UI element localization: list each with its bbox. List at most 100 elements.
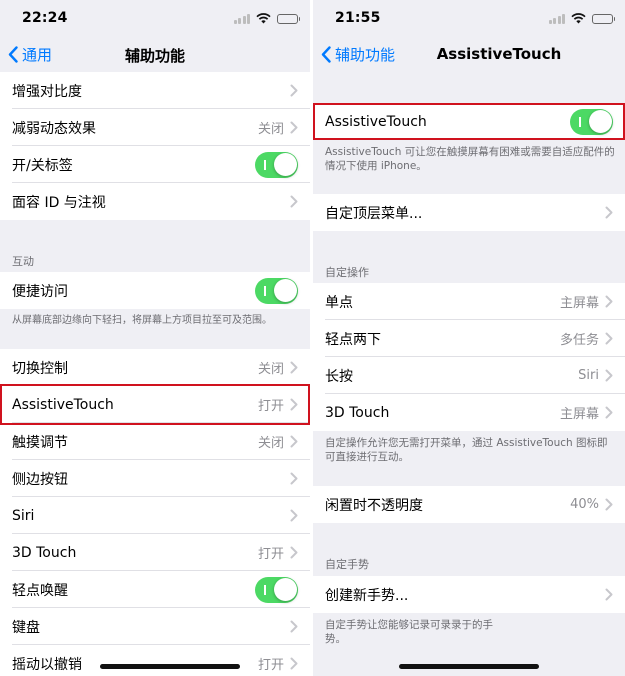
- setting-label: 键盘: [12, 619, 40, 636]
- section-header-custom-actions: 自定操作: [325, 266, 369, 279]
- navigation-bar: 辅助功能 AssistiveTouch: [313, 38, 625, 72]
- setting-increase-contrast[interactable]: 增强对比度: [0, 72, 310, 109]
- section-header-custom-gestures: 自定手势: [325, 558, 369, 571]
- on-off-labels-toggle[interactable]: [255, 151, 298, 178]
- setting-label: 自定顶层菜单...: [325, 205, 423, 222]
- setting-side-button[interactable]: 侧边按钮: [0, 460, 310, 497]
- setting-switch-control[interactable]: 切换控制 关闭: [0, 349, 310, 386]
- back-label: 辅助功能: [335, 46, 396, 64]
- setting-value: 主屏幕: [559, 407, 599, 422]
- chevron-right-icon: [290, 620, 298, 633]
- chevron-left-icon: [321, 46, 331, 63]
- setting-tap-to-wake: 轻点唤醒: [0, 571, 310, 608]
- setting-label: 面容 ID 与注视: [12, 194, 106, 211]
- setting-label: 切换控制: [12, 360, 68, 377]
- setting-assistivetouch-main: AssistiveTouch: [313, 103, 625, 140]
- page-title: 辅助功能: [124, 47, 185, 65]
- setting-label: 轻点两下: [325, 331, 381, 348]
- chevron-right-icon: [605, 295, 613, 308]
- setting-label: 触摸调节: [12, 434, 68, 451]
- assistivetouch-footer: AssistiveTouch 可让您在触摸屏幕有困难或需要自适应配件的情况下使用…: [325, 146, 615, 172]
- action-long-press[interactable]: 长按 Siri: [313, 357, 625, 394]
- status-time: 21:55: [335, 10, 381, 26]
- chevron-right-icon: [290, 509, 298, 522]
- status-bar: 22:24: [0, 0, 310, 38]
- setting-3d-touch[interactable]: 3D Touch 打开: [0, 534, 310, 571]
- chevron-right-icon: [605, 369, 613, 382]
- chevron-right-icon: [605, 588, 613, 601]
- cellular-signal-icon: [233, 13, 250, 24]
- setting-keyboard[interactable]: 键盘: [0, 608, 310, 645]
- chevron-right-icon: [290, 195, 298, 208]
- page-title: AssistiveTouch: [436, 45, 562, 63]
- setting-value: 关闭: [257, 362, 284, 377]
- chevron-right-icon: [605, 498, 613, 511]
- cellular-signal-icon: [548, 13, 565, 24]
- setting-label: 侧边按钮: [12, 471, 68, 488]
- chevron-right-icon: [290, 657, 298, 670]
- status-time: 22:24: [22, 10, 68, 26]
- setting-label: 增强对比度: [12, 83, 82, 100]
- setting-label: 闲置时不透明度: [325, 497, 423, 514]
- accessibility-screen: 22:24 通用 辅助功能 增强对比度 减弱动态效果 关闭 开/关标签 面容 I…: [0, 0, 310, 676]
- chevron-right-icon: [290, 121, 298, 134]
- setting-siri[interactable]: Siri: [0, 497, 310, 534]
- setting-label: 单点: [325, 294, 353, 311]
- navigation-bar: 通用 辅助功能: [0, 38, 310, 72]
- setting-label: 便捷访问: [12, 283, 68, 300]
- setting-label: 3D Touch: [325, 404, 390, 421]
- setting-value: 关闭: [257, 436, 284, 451]
- setting-value: 打开: [257, 658, 284, 673]
- setting-touch-accommodations[interactable]: 触摸调节 关闭: [0, 423, 310, 460]
- setting-value: Siri: [578, 368, 599, 383]
- section-header-interaction: 互动: [12, 255, 34, 268]
- back-button[interactable]: 辅助功能: [321, 44, 395, 65]
- battery-icon: [592, 13, 615, 24]
- setting-label: AssistiveTouch: [12, 396, 114, 413]
- chevron-right-icon: [605, 406, 613, 419]
- setting-value: 40%: [570, 497, 599, 512]
- setting-label: Siri: [12, 507, 35, 524]
- action-double-tap[interactable]: 轻点两下 多任务: [313, 320, 625, 357]
- setting-assistivetouch[interactable]: AssistiveTouch 打开: [0, 386, 310, 423]
- chevron-right-icon: [605, 332, 613, 345]
- wifi-icon: [256, 13, 271, 24]
- home-indicator[interactable]: [399, 664, 539, 669]
- reachability-toggle[interactable]: [255, 277, 298, 304]
- battery-icon: [277, 13, 300, 24]
- setting-label: 创建新手势...: [325, 587, 409, 604]
- wifi-icon: [571, 13, 586, 24]
- setting-value: 打开: [257, 547, 284, 562]
- chevron-right-icon: [290, 546, 298, 559]
- status-bar: 21:55: [313, 0, 625, 38]
- chevron-right-icon: [290, 472, 298, 485]
- setting-label: 3D Touch: [12, 544, 77, 561]
- setting-shake-to-undo[interactable]: 摇动以撤销 打开: [0, 645, 310, 676]
- setting-on-off-labels: 开/关标签: [0, 146, 310, 183]
- home-indicator[interactable]: [100, 664, 240, 669]
- action-3d-touch[interactable]: 3D Touch 主屏幕: [313, 394, 625, 431]
- custom-actions-footer: 自定操作允许您无需打开菜单，通过 AssistiveTouch 图标即可直接进行…: [325, 437, 608, 463]
- setting-create-new-gesture[interactable]: 创建新手势...: [313, 576, 625, 613]
- setting-label: 轻点唤醒: [12, 582, 68, 599]
- reachability-footer: 从屏幕底部边缘向下轻扫，将屏幕上方项目拉至可及范围。: [12, 315, 272, 326]
- setting-face-id-attention[interactable]: 面容 ID 与注视: [0, 183, 310, 220]
- action-single-tap[interactable]: 单点 主屏幕: [313, 283, 625, 320]
- setting-value: 主屏幕: [559, 296, 599, 311]
- setting-idle-opacity[interactable]: 闲置时不透明度 40%: [313, 486, 625, 523]
- assistivetouch-screen: 21:55 辅助功能 AssistiveTouch AssistiveTouch…: [313, 0, 625, 676]
- setting-customize-top-menu[interactable]: 自定顶层菜单...: [313, 194, 625, 231]
- setting-label: 长按: [325, 368, 353, 385]
- chevron-right-icon: [290, 361, 298, 374]
- chevron-right-icon: [290, 84, 298, 97]
- chevron-right-icon: [605, 206, 613, 219]
- chevron-right-icon: [290, 398, 298, 411]
- tap-to-wake-toggle[interactable]: [255, 576, 298, 603]
- setting-label: 减弱动态效果: [12, 120, 96, 137]
- assistivetouch-toggle[interactable]: [570, 108, 613, 135]
- setting-value: 打开: [257, 399, 284, 414]
- setting-label: AssistiveTouch: [325, 113, 427, 130]
- setting-reduce-motion[interactable]: 减弱动态效果 关闭: [0, 109, 310, 146]
- chevron-right-icon: [290, 435, 298, 448]
- setting-reachability: 便捷访问: [0, 272, 310, 309]
